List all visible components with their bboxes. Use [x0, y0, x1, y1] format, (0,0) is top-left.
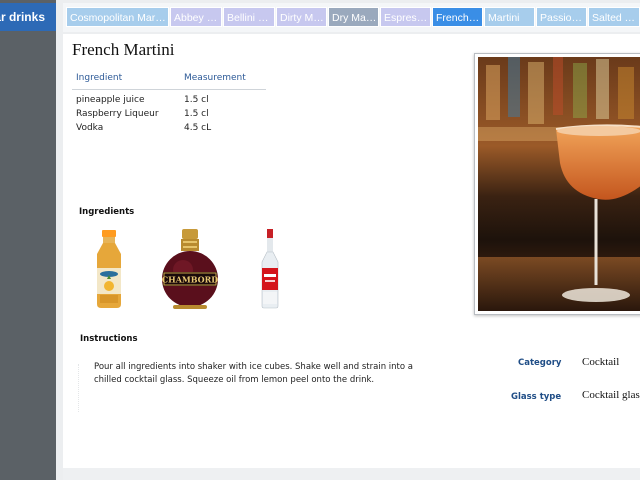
- tab-french-martini[interactable]: French Martini: [432, 7, 483, 27]
- cell-ingredient: pineapple juice: [76, 95, 145, 105]
- cocktail-photo: [478, 57, 640, 311]
- cell-measurement: 1.5 cl: [184, 95, 209, 105]
- category-label: Category: [518, 358, 562, 368]
- raspberry-liqueur-bottle-image: CHAMBORD: [162, 229, 219, 309]
- instructions-text: Pour all ingredients into shaker with ic…: [94, 362, 413, 385]
- table-row: Raspberry Liqueur 1.5 cl: [72, 107, 266, 121]
- tab-martini[interactable]: Martini: [484, 7, 535, 27]
- tab-bar: Cosmopolitan Martini Abbey Martini Belli…: [63, 3, 640, 32]
- tab-cosmopolitan-martini[interactable]: Cosmopolitan Martini: [66, 7, 169, 27]
- content-footer-strip: [63, 468, 640, 480]
- header-measurement: Measurement: [184, 73, 246, 83]
- tab-abbey-martini[interactable]: Abbey Martini: [170, 7, 222, 27]
- table-row: pineapple juice 1.5 cl: [72, 93, 266, 107]
- tab-espresso-martini[interactable]: Espresso Martini: [380, 7, 431, 27]
- cell-ingredient: Raspberry Liqueur: [76, 109, 159, 119]
- tab-dry-martini[interactable]: Dry Martini: [328, 7, 379, 27]
- tab-passion-fruit-martini[interactable]: Passion Fruit Martini: [536, 7, 587, 27]
- tab-salted-toffee-martini[interactable]: Salted Toffee Martini: [588, 7, 640, 27]
- glass-type-label: Glass type: [511, 392, 562, 402]
- sidebar-title: ar drinks: [0, 10, 45, 24]
- drink-photo-frame: [474, 53, 640, 315]
- ingredient-table: Ingredient Measurement pineapple juice 1…: [72, 68, 266, 135]
- cell-measurement: 1.5 cl: [184, 109, 209, 119]
- tab-dirty-martini[interactable]: Dirty Martini: [276, 7, 327, 27]
- tab-bellini-martini[interactable]: Bellini Martini: [223, 7, 275, 27]
- sidebar: ar drinks: [0, 0, 56, 480]
- glass-type-value: Cocktail glass: [582, 389, 640, 401]
- table-row: Vodka 4.5 cL: [72, 121, 266, 135]
- instructions-heading: Instructions: [80, 334, 138, 344]
- ingredients-heading: Ingredients: [79, 207, 135, 217]
- cell-measurement: 4.5 cL: [184, 123, 212, 133]
- chambord-label: CHAMBORD: [162, 275, 219, 285]
- category-value: Cocktail: [582, 356, 620, 368]
- pineapple-juice-bottle-image: [97, 230, 121, 308]
- instructions-divider: [78, 364, 79, 412]
- sidebar-title-item[interactable]: ar drinks: [0, 3, 56, 31]
- vodka-bottle-image: [261, 229, 279, 309]
- header-ingredient: Ingredient: [76, 73, 123, 83]
- table-header: Ingredient Measurement: [72, 68, 266, 90]
- cell-ingredient: Vodka: [76, 123, 104, 133]
- drink-title: French Martini: [72, 40, 175, 59]
